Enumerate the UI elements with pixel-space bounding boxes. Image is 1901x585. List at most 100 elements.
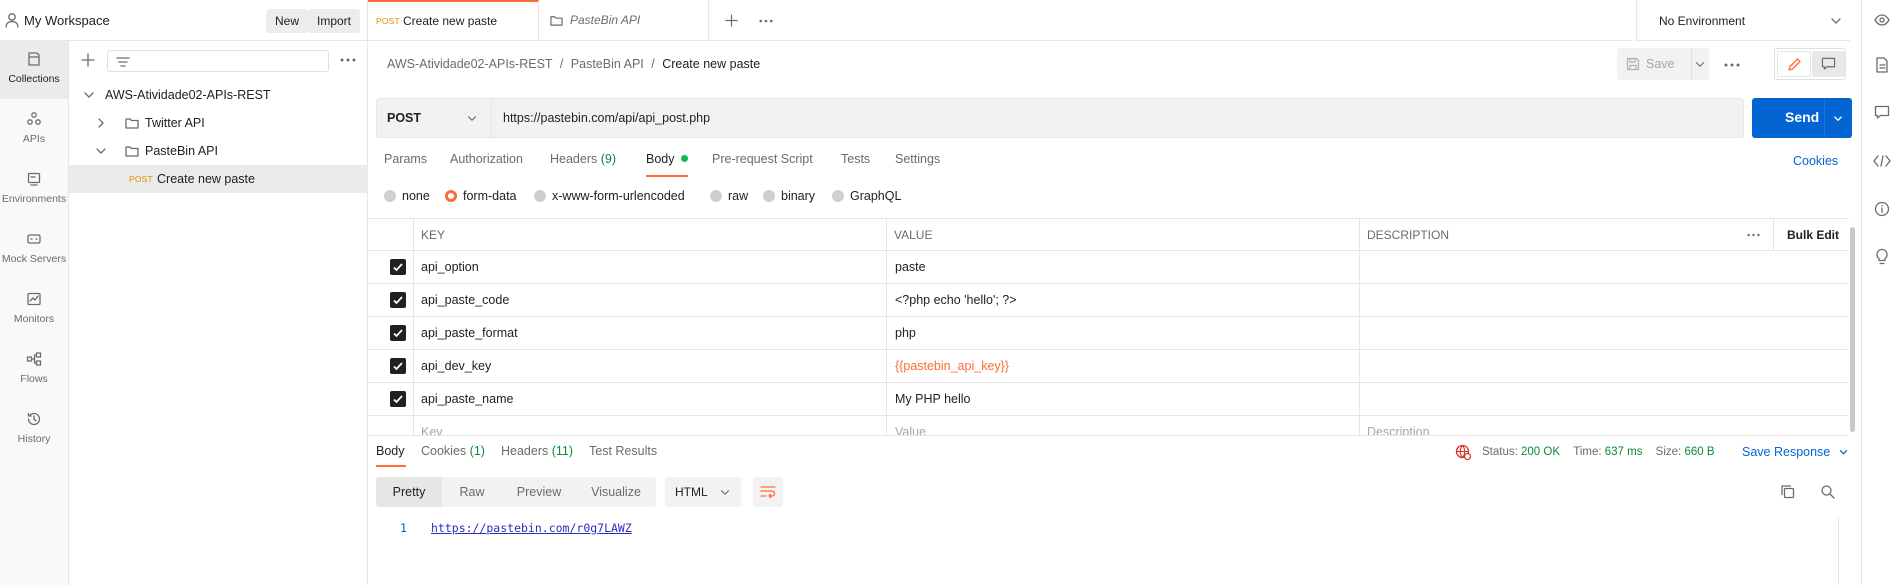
new-button[interactable]: New — [266, 9, 309, 33]
rail-item-history[interactable]: History — [0, 401, 68, 459]
row-checkbox[interactable] — [390, 391, 406, 407]
response-scrollbar[interactable] — [1838, 518, 1839, 585]
eye-icon[interactable] — [1874, 13, 1890, 27]
tab-params[interactable]: Params — [384, 152, 427, 166]
response-divider[interactable] — [368, 435, 1849, 436]
view-raw[interactable]: Raw — [442, 477, 502, 507]
row-key[interactable]: api_paste_format — [421, 317, 518, 349]
document-icon[interactable] — [1875, 57, 1889, 73]
row-value-variable[interactable]: {{pastebin_api_key}} — [895, 350, 1009, 382]
folder-item-pastebin[interactable]: PasteBin API — [69, 137, 368, 165]
radio-raw[interactable]: raw — [710, 189, 748, 203]
tab-response-cookies[interactable]: Cookies (1) — [421, 444, 485, 458]
wrap-lines-button[interactable] — [753, 477, 783, 507]
row-checkbox[interactable] — [390, 358, 406, 374]
tab-response-body[interactable]: Body — [376, 444, 405, 458]
copy-icon[interactable] — [1780, 484, 1795, 499]
rail-item-flows[interactable]: Flows — [0, 341, 68, 399]
tab-prerequest-script[interactable]: Pre-request Script — [712, 152, 813, 166]
row-key[interactable]: api_option — [421, 251, 479, 283]
search-icon[interactable] — [1820, 484, 1835, 499]
column-divider — [886, 219, 887, 436]
rail-item-apis[interactable]: APIs — [0, 101, 68, 159]
rail-item-monitors[interactable]: Monitors — [0, 281, 68, 339]
new-key-input[interactable]: Key — [421, 416, 443, 436]
table-scrollbar[interactable] — [1850, 227, 1855, 432]
row-checkbox[interactable] — [390, 325, 406, 341]
chevron-down-icon — [720, 490, 730, 495]
radio-graphql[interactable]: GraphQL — [832, 189, 901, 203]
tab-tests[interactable]: Tests — [841, 152, 870, 166]
tab-pastebin-api[interactable]: PasteBin API — [539, 0, 709, 41]
tab-test-results[interactable]: Test Results — [589, 444, 657, 458]
rail-item-mock-servers[interactable]: Mock Servers — [0, 221, 68, 279]
more-options-icon[interactable] — [1747, 233, 1760, 237]
more-options-icon[interactable] — [1724, 63, 1740, 67]
table-row: api_option paste — [368, 251, 1849, 284]
new-value-input[interactable]: Value — [895, 416, 926, 436]
code-icon[interactable] — [1873, 155, 1891, 167]
right-rail — [1861, 0, 1901, 585]
chevron-down-icon — [84, 92, 94, 98]
new-description-input[interactable]: Description — [1367, 416, 1430, 436]
breadcrumb-root[interactable]: AWS-Atividade02-APIs-REST — [387, 57, 552, 71]
row-value[interactable]: php — [895, 317, 916, 349]
method-select[interactable]: POST — [377, 99, 492, 137]
send-button[interactable]: Send — [1752, 98, 1852, 138]
filter-input[interactable] — [107, 50, 329, 72]
info-icon[interactable] — [1874, 201, 1890, 217]
row-checkbox[interactable] — [390, 259, 406, 275]
tab-headers[interactable]: Headers (9) — [550, 152, 616, 166]
plus-icon[interactable] — [725, 14, 738, 27]
import-button[interactable]: Import — [308, 9, 361, 33]
comments-icon[interactable] — [1874, 105, 1890, 119]
row-checkbox[interactable] — [390, 292, 406, 308]
url-input[interactable]: https://pastebin.com/api/api_post.php — [503, 111, 710, 125]
rail-item-collections[interactable]: Collections — [0, 41, 68, 99]
chevron-down-icon[interactable] — [1833, 115, 1843, 122]
response-url-link[interactable]: https://pastebin.com/r0g7LAWZ — [431, 521, 632, 535]
tab-settings[interactable]: Settings — [895, 152, 940, 166]
row-key[interactable]: api_paste_code — [421, 284, 509, 316]
radio-none[interactable]: none — [384, 189, 430, 203]
save-button[interactable]: Save — [1617, 48, 1709, 80]
lightbulb-icon[interactable] — [1875, 248, 1889, 265]
more-tabs-icon[interactable] — [759, 19, 773, 23]
comment-mode-button[interactable] — [1812, 51, 1845, 77]
radio-x-www-form-urlencoded[interactable]: x-www-form-urlencoded — [534, 189, 685, 203]
rail-item-environments[interactable]: Environments — [0, 161, 68, 219]
breadcrumb-current[interactable]: Create new paste — [662, 57, 760, 71]
radio-binary[interactable]: binary — [763, 189, 815, 203]
row-key[interactable]: api_paste_name — [421, 383, 513, 415]
row-value[interactable]: My PHP hello — [895, 383, 971, 415]
time-value[interactable]: 637 ms — [1605, 446, 1643, 458]
tab-response-headers[interactable]: Headers (11) — [501, 444, 573, 458]
row-value[interactable]: paste — [895, 251, 926, 283]
folder-item-twitter[interactable]: Twitter API — [69, 109, 368, 137]
breadcrumb-folder[interactable]: PasteBin API — [571, 57, 644, 71]
request-item-create-paste[interactable]: POST Create new paste — [69, 165, 368, 193]
plus-icon[interactable] — [81, 53, 95, 67]
size-value[interactable]: 660 B — [1684, 446, 1714, 458]
view-preview[interactable]: Preview — [502, 477, 576, 507]
tab-body[interactable]: Body — [646, 152, 688, 166]
globe-blocked-icon[interactable] — [1455, 444, 1471, 460]
view-visualize[interactable]: Visualize — [576, 477, 656, 507]
row-value[interactable]: <?php echo 'hello'; ?> — [895, 284, 1017, 316]
chevron-down-icon[interactable] — [1695, 61, 1705, 68]
tab-authorization[interactable]: Authorization — [450, 152, 523, 166]
more-options-icon[interactable] — [340, 58, 356, 62]
tab-create-new-paste[interactable]: POST Create new paste — [368, 0, 539, 41]
workspace-title[interactable]: My Workspace — [24, 13, 110, 28]
cookies-link[interactable]: Cookies — [1793, 154, 1838, 168]
bulk-edit-button[interactable]: Bulk Edit — [1787, 219, 1839, 250]
view-pretty[interactable]: Pretty — [376, 477, 442, 507]
row-key[interactable]: api_dev_key — [421, 350, 491, 382]
response-format-select[interactable]: HTML — [665, 477, 741, 507]
radio-form-data[interactable]: form-data — [445, 189, 517, 203]
collection-item[interactable]: AWS-Atividade02-APIs-REST — [69, 81, 368, 109]
environment-select[interactable]: No Environment — [1636, 0, 1850, 41]
status-value[interactable]: 200 OK — [1521, 446, 1560, 458]
edit-mode-button[interactable] — [1777, 51, 1811, 77]
save-response-button[interactable]: Save Response — [1742, 445, 1848, 459]
